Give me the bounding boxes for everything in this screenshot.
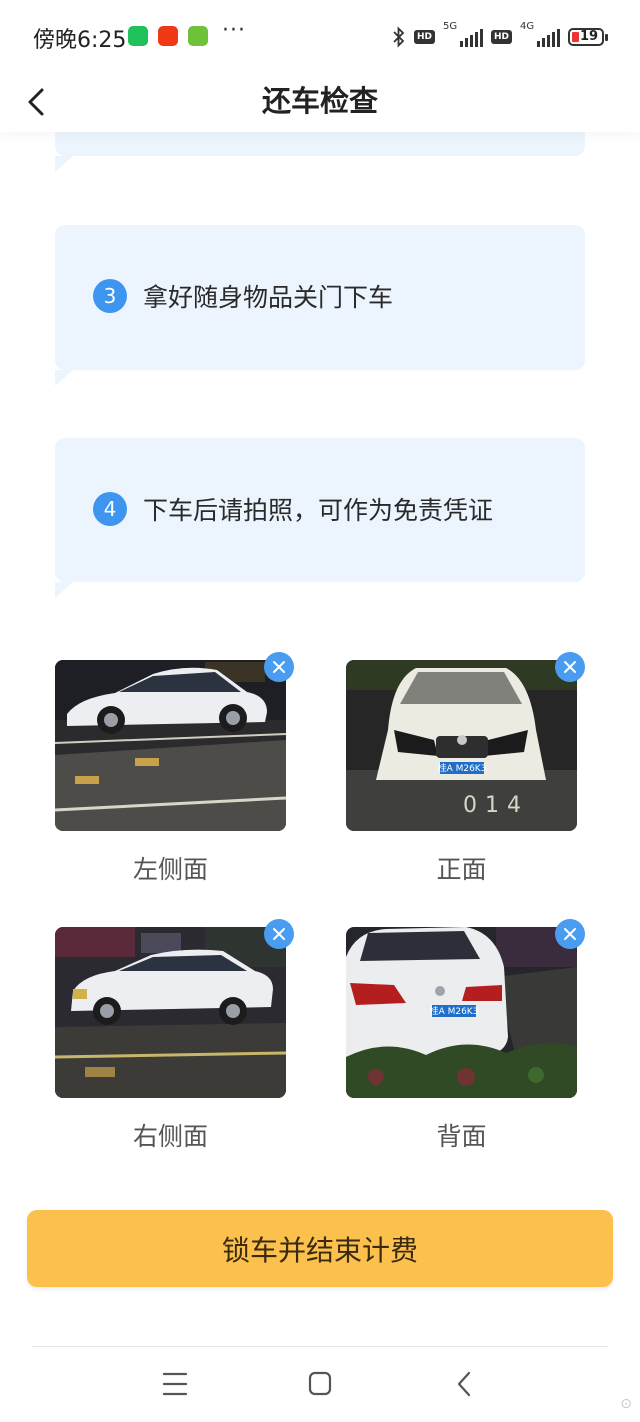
remove-photo-button[interactable] <box>264 919 294 949</box>
photo-front[interactable]: 桂A M26K3 014 <box>346 660 577 831</box>
nav-divider <box>32 1346 608 1347</box>
step-number-badge: 4 <box>93 492 127 526</box>
instruction-card-step-4: 4 下车后请拍照，可作为免责凭证 <box>55 438 585 598</box>
photo-right-side[interactable] <box>55 927 286 1098</box>
hd-badge-icon: HD <box>490 30 512 44</box>
app-header: 还车检查 <box>0 72 640 132</box>
hd-badge-icon: HD <box>413 30 435 44</box>
battery-icon: 19 <box>568 28 608 46</box>
chevron-left-icon[interactable] <box>444 1366 484 1402</box>
lock-and-end-billing-button[interactable]: 锁车并结束计费 <box>27 1210 613 1287</box>
instruction-card-step-3: 3 拿好随身物品关门下车 <box>55 225 585 386</box>
remove-photo-button[interactable] <box>264 652 294 682</box>
status-indicators: HD 5G HD 4G 19 <box>392 21 608 50</box>
license-plate-text: 桂A M26K3 <box>430 1005 479 1017</box>
battery-level: 19 <box>580 29 599 44</box>
network-5g-label: 5G <box>442 21 458 32</box>
network-4g-label: 4G <box>520 21 535 32</box>
remove-photo-button[interactable] <box>555 652 585 682</box>
wechat-icon <box>128 26 148 46</box>
watermark-logo: ⊙ <box>620 1396 632 1412</box>
remove-photo-button[interactable] <box>555 919 585 949</box>
photo-back[interactable]: 桂A M26K3 <box>346 927 577 1098</box>
close-icon <box>273 928 285 940</box>
photo-label-back: 背面 <box>436 1122 487 1151</box>
step-text: 下车后请拍照，可作为免责凭证 <box>143 496 494 525</box>
close-icon <box>564 928 576 940</box>
download-icon <box>188 26 208 46</box>
photo-label-left-side: 左侧面 <box>132 855 208 884</box>
menu-icon[interactable] <box>155 1366 195 1402</box>
close-icon <box>273 661 285 673</box>
taobao-icon <box>158 26 178 46</box>
signal-4g-icon: 4G <box>520 21 560 49</box>
page-title: 还车检查 <box>261 84 378 118</box>
parking-mark: 014 <box>463 793 529 818</box>
bluetooth-icon <box>393 26 405 48</box>
status-bar: 傍晚6:25 ··· HD 5G HD 4G 19 <box>0 0 640 72</box>
more-notifications-icon: ··· <box>222 18 246 43</box>
photo-label-front: 正面 <box>436 855 487 884</box>
license-plate-text: 桂A M26K3 <box>438 762 487 774</box>
photo-left-side[interactable] <box>55 660 286 831</box>
step-number-badge: 3 <box>93 279 127 313</box>
step-text: 拿好随身物品关门下车 <box>143 283 394 312</box>
photo-label-right-side: 右侧面 <box>132 1122 208 1151</box>
signal-5g-icon: 5G <box>443 21 483 49</box>
home-icon[interactable] <box>300 1366 340 1402</box>
close-icon <box>564 661 576 673</box>
status-time: 傍晚6:25 <box>33 28 127 53</box>
